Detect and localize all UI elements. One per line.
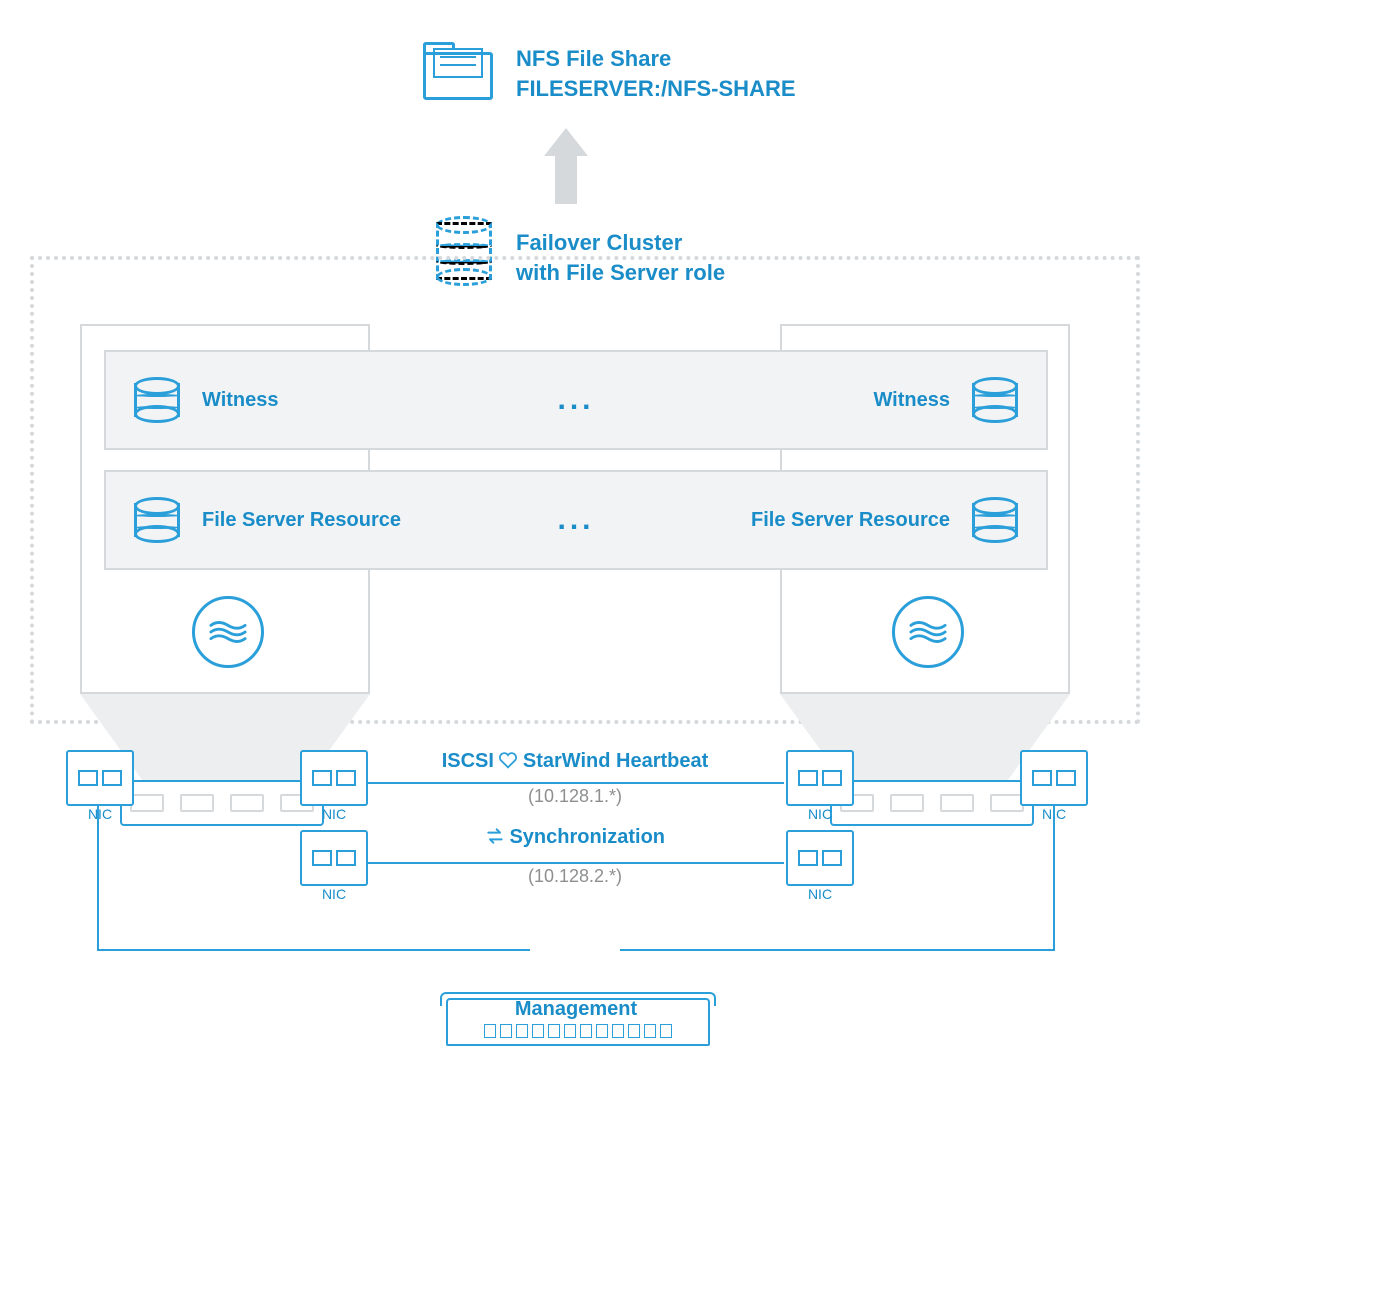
db-icon [134,377,180,423]
witness-bar: Witness ... Witness [104,350,1048,450]
nfs-path: FILESERVER:/NFS-SHARE [516,74,796,104]
db-icon [972,497,1018,543]
nfs-title: NFS File Share [516,44,671,74]
cluster-title-1: Failover Cluster [516,228,682,258]
iscsi-heartbeat-label: ISCSI StarWind Heartbeat [366,748,784,775]
management-label: Management [446,996,706,1023]
starwind-icon [892,596,964,668]
arrow-up-icon [546,128,586,204]
ellipsis: ... [279,383,874,417]
heart-icon [498,751,518,774]
witness-left-label: Witness [202,389,279,412]
link-iscsi [366,782,784,784]
db-icon [134,497,180,543]
management-wiring [60,800,1090,980]
fileserver-resource-bar: File Server Resource ... File Server Res… [104,470,1048,570]
ellipsis: ... [401,503,751,537]
starwind-icon [192,596,264,668]
heartbeat-text: StarWind Heartbeat [523,750,708,772]
iscsi-text: ISCSI [442,750,494,772]
fsr-left-label: File Server Resource [202,509,401,532]
db-icon [972,377,1018,423]
fsr-right-label: File Server Resource [751,509,950,532]
witness-right-label: Witness [873,389,950,412]
folder-icon [423,42,493,100]
